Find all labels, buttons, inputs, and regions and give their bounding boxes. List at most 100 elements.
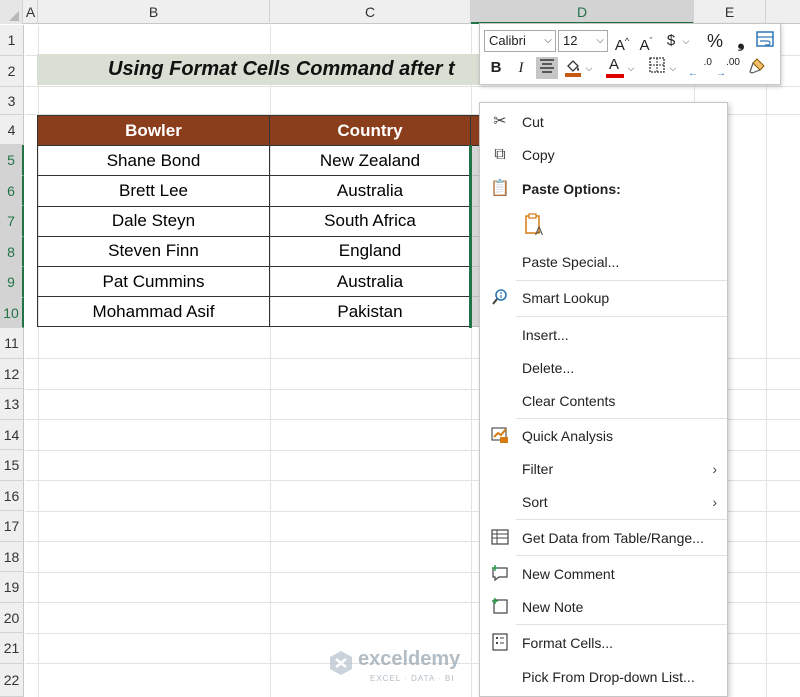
table-icon bbox=[490, 528, 510, 548]
bowler-cell[interactable]: Brett Lee bbox=[37, 175, 270, 207]
chevron-down-icon[interactable]: ⌵ bbox=[668, 57, 678, 79]
menu-item-cut[interactable]: ✂ Cut bbox=[480, 106, 727, 138]
bold-button[interactable]: B bbox=[485, 57, 507, 79]
chevron-down-icon[interactable]: ⌵ bbox=[681, 30, 691, 52]
header-country[interactable]: Country bbox=[269, 114, 471, 147]
font-size-select[interactable]: 12 ⌵ bbox=[558, 30, 608, 52]
italic-button[interactable]: I bbox=[510, 57, 532, 79]
row-header-14[interactable]: 14 bbox=[0, 420, 24, 450]
row-header-3[interactable]: 3 bbox=[0, 87, 24, 115]
select-all-button[interactable] bbox=[0, 0, 23, 24]
row-header-19[interactable]: 19 bbox=[0, 572, 24, 603]
format-painter-button[interactable] bbox=[746, 57, 768, 79]
comma-style-button[interactable]: ❟ bbox=[730, 30, 752, 52]
menu-separator bbox=[516, 555, 727, 556]
row-header-5[interactable]: 5 bbox=[0, 145, 24, 176]
menu-separator bbox=[516, 519, 727, 520]
exceldemy-logo-icon bbox=[330, 651, 352, 675]
menu-item-clear-contents[interactable]: Clear Contents bbox=[480, 385, 727, 417]
menu-item-quick-analysis[interactable]: Quick Analysis bbox=[480, 420, 727, 452]
row-header-6[interactable]: 6 bbox=[0, 176, 24, 206]
menu-label: Filter bbox=[522, 461, 554, 477]
chevron-right-icon: › bbox=[712, 461, 717, 477]
chevron-down-icon[interactable]: ⌵ bbox=[626, 57, 636, 79]
menu-item-delete[interactable]: Delete... bbox=[480, 352, 727, 384]
decrease-decimal-button[interactable]: .00 → bbox=[716, 57, 740, 79]
row-header-8[interactable]: 8 bbox=[0, 237, 24, 267]
fill-color-button[interactable] bbox=[562, 57, 584, 79]
row-header-15[interactable]: 15 bbox=[0, 450, 24, 481]
menu-item-filter[interactable]: Filter › bbox=[480, 453, 727, 485]
menu-item-insert[interactable]: Insert... bbox=[480, 319, 727, 351]
country-cell[interactable]: Australia bbox=[269, 265, 471, 298]
row-header-21[interactable]: 21 bbox=[0, 633, 24, 664]
table-header-row: Bowler Country bbox=[37, 114, 483, 147]
row-header-11[interactable]: 11 bbox=[0, 328, 24, 359]
bowler-cell[interactable]: Pat Cummins bbox=[37, 265, 270, 298]
wrap-text-button[interactable] bbox=[754, 30, 776, 52]
quick-analysis-icon bbox=[490, 426, 510, 446]
accounting-format-button[interactable]: $ bbox=[660, 30, 682, 52]
column-header-d[interactable]: D bbox=[471, 0, 694, 24]
country-cell[interactable]: Australia bbox=[269, 175, 471, 207]
row-header-18[interactable]: 18 bbox=[0, 542, 24, 572]
sheet-title: Using Format Cells Command after t bbox=[108, 58, 455, 80]
menu-item-smart-lookup[interactable]: Smart Lookup bbox=[480, 282, 727, 314]
font-name-select[interactable]: Calibri ⌵ bbox=[484, 30, 556, 52]
row-header-2[interactable]: 2 bbox=[0, 56, 24, 87]
new-note-icon bbox=[490, 597, 510, 617]
country-cell[interactable]: England bbox=[269, 235, 471, 267]
bowler-cell[interactable]: Steven Finn bbox=[37, 235, 270, 267]
column-header-c[interactable]: C bbox=[270, 0, 471, 24]
column-header-b[interactable]: B bbox=[38, 0, 270, 24]
title-cell[interactable]: Using Format Cells Command after t bbox=[37, 54, 502, 85]
table-row: Shane Bond New Zealand bbox=[37, 145, 483, 177]
row-header-16[interactable]: 16 bbox=[0, 481, 24, 511]
chevron-down-icon[interactable]: ⌵ bbox=[584, 57, 594, 79]
menu-label: Quick Analysis bbox=[522, 428, 614, 444]
menu-label: Cut bbox=[522, 114, 544, 130]
row-header-13[interactable]: 13 bbox=[0, 389, 24, 420]
center-align-icon bbox=[540, 59, 554, 73]
menu-item-copy[interactable]: ⧉ Copy bbox=[480, 139, 727, 171]
country-cell[interactable]: South Africa bbox=[269, 205, 471, 237]
menu-item-get-data[interactable]: Get Data from Table/Range... bbox=[480, 522, 727, 554]
column-header-a[interactable]: A bbox=[24, 0, 38, 24]
column-header-e[interactable]: E bbox=[694, 0, 766, 24]
menu-item-new-note[interactable]: New Note bbox=[480, 591, 727, 623]
row-header-4[interactable]: 4 bbox=[0, 115, 24, 145]
row-header-22[interactable]: 22 bbox=[0, 664, 24, 697]
row-header-17[interactable]: 17 bbox=[0, 511, 24, 542]
menu-label: New Note bbox=[522, 599, 584, 615]
row-header-1[interactable]: 1 bbox=[0, 25, 24, 56]
row-header-10[interactable]: 10 bbox=[0, 298, 24, 328]
row-header-20[interactable]: 20 bbox=[0, 603, 24, 633]
new-comment-icon bbox=[490, 564, 510, 584]
country-cell[interactable]: Pakistan bbox=[269, 296, 471, 328]
row-header-12[interactable]: 12 bbox=[0, 359, 24, 389]
menu-item-pick-from-list[interactable]: Pick From Drop-down List... bbox=[480, 661, 727, 693]
paste-button[interactable]: A bbox=[522, 213, 548, 239]
chevron-down-icon: ⌵ bbox=[596, 35, 604, 46]
increase-font-size-button[interactable]: A^ bbox=[611, 30, 633, 54]
bowler-cell[interactable]: Mohammad Asif bbox=[37, 296, 270, 328]
menu-item-format-cells[interactable]: Format Cells... bbox=[480, 627, 727, 659]
bowler-table: Bowler Country Shane Bond New Zealand Br… bbox=[37, 114, 483, 328]
increase-decimal-button[interactable]: .0 ← bbox=[688, 57, 712, 79]
row-header-7[interactable]: 7 bbox=[0, 206, 24, 237]
font-color-button[interactable]: A bbox=[604, 56, 626, 79]
context-menu: ✂ Cut ⧉ Copy 📋 Paste Options: A Paste Sp… bbox=[479, 102, 728, 697]
menu-item-sort[interactable]: Sort › bbox=[480, 486, 727, 518]
bowler-cell[interactable]: Shane Bond bbox=[37, 145, 270, 177]
center-align-button[interactable] bbox=[536, 57, 558, 79]
menu-item-new-comment[interactable]: New Comment bbox=[480, 558, 727, 590]
borders-button[interactable] bbox=[646, 57, 668, 79]
country-cell[interactable]: New Zealand bbox=[269, 145, 471, 177]
menu-item-paste-special[interactable]: Paste Special... bbox=[480, 246, 727, 278]
percent-style-button[interactable]: % bbox=[704, 30, 726, 52]
decrease-font-size-button[interactable]: Aˇ bbox=[635, 30, 657, 54]
header-bowler[interactable]: Bowler bbox=[37, 114, 270, 147]
bowler-cell[interactable]: Dale Steyn bbox=[37, 205, 270, 237]
menu-label: Smart Lookup bbox=[522, 290, 610, 306]
row-header-9[interactable]: 9 bbox=[0, 267, 24, 298]
